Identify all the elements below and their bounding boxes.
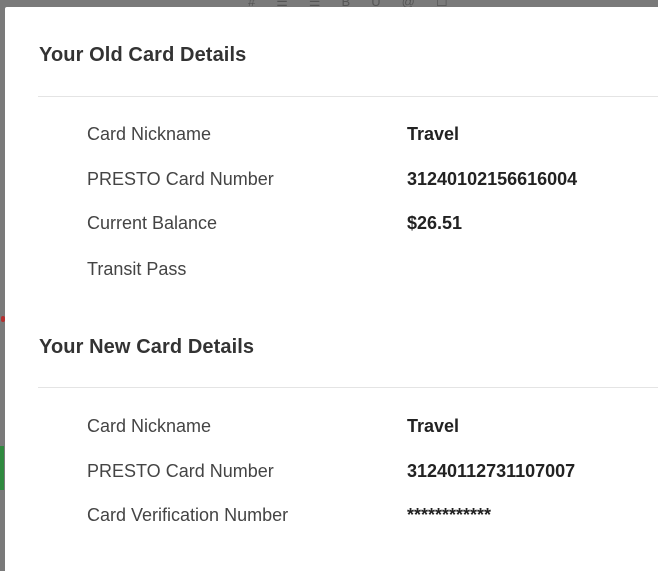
old-card-nickname-value: Travel [407, 124, 460, 144]
old-card-number-value: 31240102156616004 [407, 169, 578, 189]
old-card-number-label: PRESTO Card Number [87, 169, 274, 189]
old-card-number-row: PRESTO Card Number 31240102156616004 [87, 169, 647, 193]
old-card-nickname-row: Card Nickname Travel [87, 124, 647, 148]
new-card-nickname-value: Travel [407, 416, 460, 436]
new-card-nickname-row: Card Nickname Travel [87, 416, 647, 440]
new-card-number-value: 31240112731107007 [407, 461, 576, 481]
background-green-button-edge [0, 446, 4, 490]
new-card-verification-row: Card Verification Number ************ [87, 505, 647, 529]
old-card-balance-value: $26.51 [407, 213, 463, 233]
new-card-verification-value: ************ [407, 505, 492, 525]
new-card-verification-label: Card Verification Number [87, 505, 289, 525]
new-card-nickname-label: Card Nickname [87, 416, 212, 436]
old-card-transit-pass-row: Transit Pass [87, 259, 647, 283]
old-card-balance-row: Current Balance $26.51 [87, 213, 647, 237]
new-card-number-label: PRESTO Card Number [87, 461, 274, 481]
old-card-divider [38, 96, 658, 97]
old-card-transit-pass-label: Transit Pass [87, 259, 187, 279]
old-card-balance-label: Current Balance [87, 213, 218, 233]
old-card-nickname-label: Card Nickname [87, 124, 212, 144]
new-card-section-title: Your New Card Details [39, 336, 255, 358]
card-details-modal: Your Old Card Details Card Nickname Trav… [5, 7, 658, 571]
new-card-number-row: PRESTO Card Number 31240112731107007 [87, 461, 647, 485]
old-card-section-title: Your Old Card Details [39, 44, 247, 66]
new-card-divider [38, 387, 658, 388]
